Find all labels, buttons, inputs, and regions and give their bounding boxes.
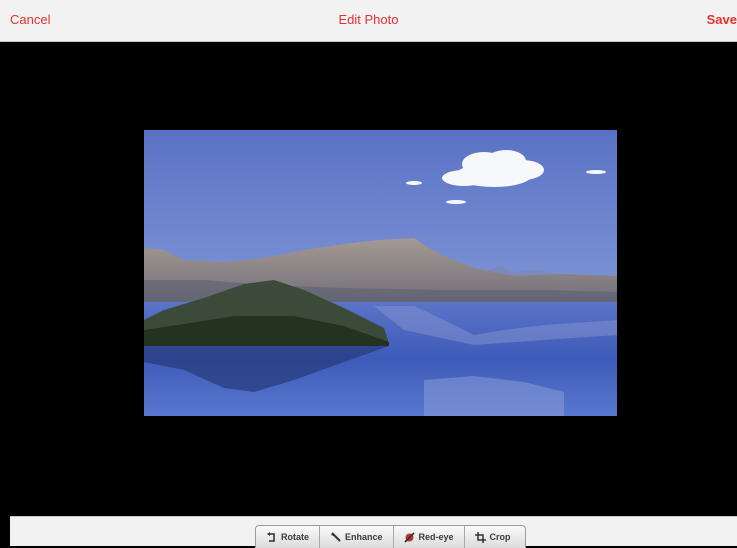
photo-illustration bbox=[144, 130, 617, 416]
magic-wand-icon bbox=[330, 531, 341, 543]
save-button[interactable]: Save bbox=[707, 12, 737, 27]
red-eye-button[interactable]: Red-eye bbox=[394, 526, 465, 548]
edit-tools-segmented-control: Rotate Enhance Red-eye Crop bbox=[255, 525, 526, 548]
edit-toolbar: Rotate Enhance Red-eye Crop bbox=[10, 516, 737, 548]
rotate-label: Rotate bbox=[281, 532, 310, 542]
enhance-label: Enhance bbox=[345, 532, 383, 542]
crop-button[interactable]: Crop bbox=[465, 526, 525, 548]
crop-label: Crop bbox=[489, 532, 511, 542]
navigation-bar: Cancel Edit Photo Save bbox=[0, 0, 737, 42]
red-eye-icon bbox=[403, 531, 415, 543]
rotate-button[interactable]: Rotate bbox=[256, 526, 321, 548]
red-eye-label: Red-eye bbox=[418, 532, 454, 542]
photo-image[interactable] bbox=[144, 130, 617, 416]
photo-canvas bbox=[10, 42, 737, 516]
crop-icon bbox=[474, 531, 486, 543]
enhance-button[interactable]: Enhance bbox=[320, 526, 394, 548]
page-title: Edit Photo bbox=[338, 12, 399, 27]
rotate-icon bbox=[266, 531, 277, 543]
